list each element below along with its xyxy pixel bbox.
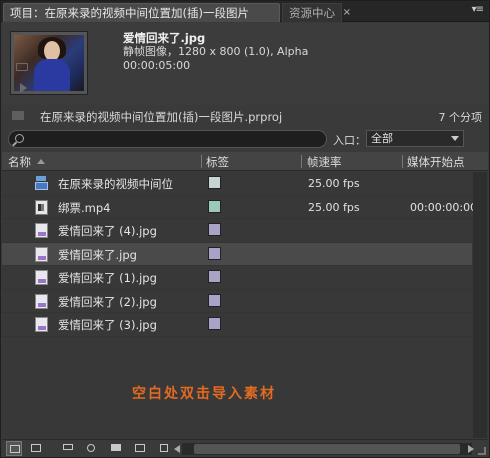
table-row[interactable]: 爱情回来了 (1).jpg bbox=[2, 266, 472, 290]
vertical-scrollbar[interactable] bbox=[473, 172, 487, 438]
new-bin-icon[interactable] bbox=[108, 441, 124, 456]
project-file-name: 在原来录的视频中间位置加(插)一段图片.prproj bbox=[40, 110, 283, 124]
table-row[interactable]: 爱情回来了 (2).jpg bbox=[2, 290, 472, 313]
row-media-start: 00:00:00:00 bbox=[410, 200, 478, 214]
table-row[interactable]: 爱情回来了.jpg bbox=[2, 242, 472, 266]
row-name: 在原来录的视频中间位 bbox=[58, 177, 173, 191]
table-row[interactable]: 在原来录的视频中间位 25.00 fps bbox=[2, 172, 472, 196]
bottom-toolbar bbox=[2, 439, 488, 457]
entry-select[interactable]: 全部 bbox=[366, 130, 464, 147]
image-file-icon bbox=[35, 223, 48, 238]
panel-menu-icon[interactable]: ▾≡ bbox=[472, 4, 484, 15]
table-header: 名称 标签 帧速率 媒体开始点 bbox=[2, 152, 488, 171]
delete-icon[interactable] bbox=[156, 441, 172, 456]
resize-grip-icon[interactable] bbox=[478, 447, 486, 455]
row-name: 爱情回来了 (2).jpg bbox=[58, 294, 157, 309]
project-file-row: 在原来录的视频中间位置加(插)一段图片.prproj 7 个分项 bbox=[2, 105, 488, 127]
table-rows: 在原来录的视频中间位 25.00 fps 绑票.mp4 25.00 fps 00:00:… bbox=[2, 172, 477, 337]
label-color-swatch[interactable] bbox=[208, 223, 221, 236]
column-header-name[interactable]: 名称 bbox=[8, 154, 45, 170]
column-header-fps[interactable]: 帧速率 bbox=[307, 154, 342, 170]
tab-project-label: 项目：在原来录的视频中间位置加(插)一段图片 bbox=[10, 6, 249, 20]
row-name: 爱情回来了 (1).jpg bbox=[58, 271, 157, 285]
image-file-icon bbox=[35, 270, 48, 285]
find-icon[interactable] bbox=[84, 441, 100, 456]
tab-resource-center[interactable]: 资源中心 × bbox=[282, 3, 351, 22]
search-box[interactable] bbox=[8, 130, 327, 148]
label-color-swatch[interactable] bbox=[208, 246, 221, 260]
label-color-swatch[interactable] bbox=[208, 317, 221, 330]
folder-icon bbox=[12, 111, 24, 120]
row-name: 爱情回来了 (4).jpg bbox=[58, 224, 157, 238]
row-name: 爱情回来了.jpg bbox=[58, 247, 137, 262]
list-view-icon[interactable] bbox=[6, 441, 22, 456]
column-header-label[interactable]: 标签 bbox=[206, 154, 229, 170]
clip-info: 静帧图像，1280 x 800 (1.0), Alpha bbox=[123, 45, 309, 58]
entry-select-value: 全部 bbox=[371, 132, 393, 145]
image-file-icon bbox=[35, 246, 48, 262]
preview-area: 爱情回来了.jpg 静帧图像，1280 x 800 (1.0), Alpha 0… bbox=[2, 23, 488, 105]
import-hint: 空白处双击导入素材 bbox=[132, 386, 276, 402]
poster-frame-icon[interactable] bbox=[16, 63, 28, 71]
label-color-swatch[interactable] bbox=[208, 293, 221, 307]
icon-view-icon[interactable] bbox=[28, 441, 44, 456]
horizontal-scrollbar[interactable] bbox=[182, 443, 472, 455]
row-name: 绑票.mp4 bbox=[58, 200, 111, 215]
scroll-left-icon[interactable] bbox=[174, 445, 180, 453]
row-fps: 25.00 fps bbox=[308, 177, 360, 190]
clip-name: 爱情回来了.jpg bbox=[123, 31, 206, 45]
horizontal-scroll-thumb[interactable] bbox=[194, 444, 460, 454]
sequence-icon bbox=[35, 176, 48, 191]
clip-duration: 00:00:05:00 bbox=[123, 59, 191, 72]
label-color-swatch[interactable] bbox=[208, 176, 221, 189]
image-file-icon bbox=[35, 317, 48, 332]
item-count: 7 个分项 bbox=[438, 111, 483, 124]
label-color-swatch[interactable] bbox=[208, 270, 221, 283]
new-item-icon[interactable] bbox=[132, 441, 148, 456]
search-row: 入口： 全部 bbox=[2, 128, 488, 150]
close-icon[interactable]: × bbox=[343, 4, 351, 22]
clip-metadata: 爱情回来了.jpg 静帧图像，1280 x 800 (1.0), Alpha 0… bbox=[123, 31, 308, 73]
audio-video-icon bbox=[35, 199, 48, 215]
search-input[interactable] bbox=[29, 132, 319, 146]
row-fps: 25.00 fps bbox=[308, 200, 360, 214]
table-row[interactable]: 爱情回来了 (3).jpg bbox=[2, 313, 472, 337]
tab-resource-center-label: 资源中心 bbox=[289, 6, 335, 20]
project-items-table: 名称 标签 帧速率 媒体开始点 在原来录的视频中间位 25.00 fps 绑票.mp… bbox=[2, 152, 488, 439]
image-file-icon bbox=[35, 293, 48, 309]
label-color-swatch[interactable] bbox=[208, 199, 221, 213]
scroll-right-icon[interactable] bbox=[468, 445, 474, 453]
row-name: 爱情回来了 (3).jpg bbox=[58, 318, 157, 332]
play-icon[interactable] bbox=[20, 83, 27, 93]
column-header-media-start[interactable]: 媒体开始点 bbox=[407, 154, 465, 170]
preview-side-controls bbox=[10, 23, 34, 97]
tab-project[interactable]: 项目：在原来录的视频中间位置加(插)一段图片 bbox=[3, 3, 280, 22]
automate-to-sequence-icon[interactable] bbox=[60, 441, 76, 456]
table-row[interactable]: 爱情回来了 (4).jpg bbox=[2, 219, 472, 243]
chevron-down-icon bbox=[451, 136, 459, 141]
project-panel: 项目：在原来录的视频中间位置加(插)一段图片 资源中心 × ▾≡ 爱情回来了.j… bbox=[0, 0, 490, 458]
panel-tab-bar: 项目：在原来录的视频中间位置加(插)一段图片 资源中心 × ▾≡ bbox=[1, 1, 489, 22]
table-row[interactable]: 绑票.mp4 25.00 fps 00:00:00:00 bbox=[2, 196, 477, 219]
sort-ascending-icon bbox=[37, 159, 45, 164]
entry-label: 入口： bbox=[333, 134, 366, 147]
search-icon bbox=[15, 134, 24, 143]
